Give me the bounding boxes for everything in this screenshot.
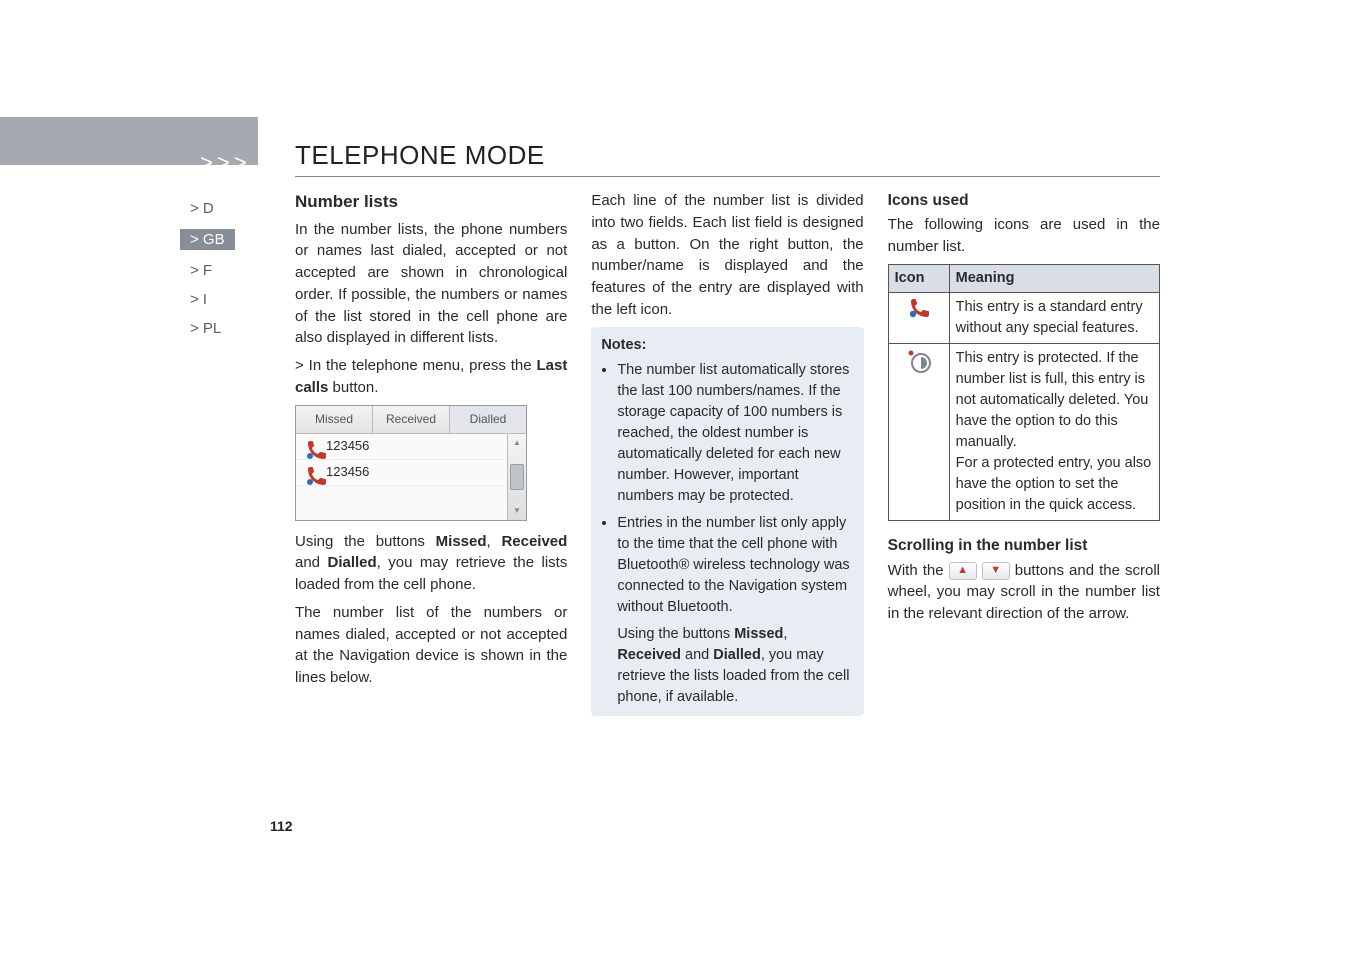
list-item[interactable]: 123456: [296, 460, 507, 486]
tab-gb[interactable]: > GB: [190, 229, 235, 250]
notes-box: Notes: The number list automatically sto…: [591, 327, 863, 716]
table-row: This entry is protected. If the number l…: [888, 344, 1159, 521]
scrolling-heading: Scrolling in the number list: [888, 535, 1160, 557]
tab-d[interactable]: > D: [190, 200, 235, 217]
table-row: This entry is a standard entry without a…: [888, 292, 1159, 343]
scroll-up-icon[interactable]: ▲: [513, 437, 521, 449]
scroll-thumb[interactable]: [510, 464, 524, 490]
scroll-down-icon[interactable]: ▼: [513, 505, 521, 517]
notes-title: Notes:: [601, 335, 853, 356]
protected-entry-icon: [888, 344, 949, 521]
meaning-cell: This entry is protected. If the number l…: [949, 344, 1159, 521]
language-tabs: > D > GB > F > I > PL: [190, 200, 235, 349]
scroll-up-button[interactable]: ▲: [949, 562, 977, 580]
phone-icon: [302, 465, 320, 479]
note-item: Entries in the number list only apply to…: [617, 513, 853, 618]
col1-para3: The number list of the numbers or names …: [295, 602, 567, 689]
icons-used-heading: Icons used: [888, 190, 1160, 212]
list-item-label: 123456: [326, 437, 369, 456]
col2-para1: Each line of the number list is divided …: [591, 190, 863, 321]
column-1: Number lists In the number lists, the ph…: [295, 190, 567, 716]
th-icon: Icon: [888, 264, 949, 292]
col1-para2: Using the buttons Missed, Received and D…: [295, 531, 567, 596]
scrollbar[interactable]: ▲ ▼: [507, 434, 526, 520]
title-rule: [295, 176, 1160, 177]
note-item: Using the buttons Missed, Received and D…: [601, 624, 853, 708]
meaning-cell: This entry is a standard entry without a…: [949, 292, 1159, 343]
scroll-down-button[interactable]: ▼: [982, 562, 1010, 580]
column-2: Each line of the number list is divided …: [591, 190, 863, 716]
page-title: TELEPHONE MODE: [295, 140, 545, 171]
col1-para1: In the number lists, the phone numbers o…: [295, 219, 567, 350]
icon-meaning-table: Icon Meaning This entry is a standard en…: [888, 264, 1160, 521]
tab-missed[interactable]: Missed: [296, 406, 373, 433]
tab-f[interactable]: > F: [190, 262, 235, 279]
header-arrows: >>>: [200, 150, 251, 176]
tab-dialled[interactable]: Dialled: [450, 406, 526, 433]
tab-pl[interactable]: > PL: [190, 320, 235, 337]
phone-icon: [302, 439, 320, 453]
note-item: The number list automatically stores the…: [617, 360, 853, 507]
number-lists-heading: Number lists: [295, 190, 567, 215]
th-meaning: Meaning: [949, 264, 1159, 292]
column-3: Icons used The following icons are used …: [888, 190, 1160, 716]
page-number: 112: [270, 818, 293, 834]
standard-entry-icon: [888, 292, 949, 343]
col3-intro: The following icons are used in the numb…: [888, 214, 1160, 258]
tab-received[interactable]: Received: [373, 406, 450, 433]
list-item-label: 123456: [326, 463, 369, 482]
scrolling-para: With the ▲ ▼ buttons and the scroll whee…: [888, 560, 1160, 625]
list-item[interactable]: 123456: [296, 434, 507, 460]
col1-step: > In the telephone menu, press the Last …: [295, 355, 567, 399]
number-list-screenshot: Missed Received Dialled 123456: [295, 405, 527, 521]
tab-i[interactable]: > I: [190, 291, 235, 308]
